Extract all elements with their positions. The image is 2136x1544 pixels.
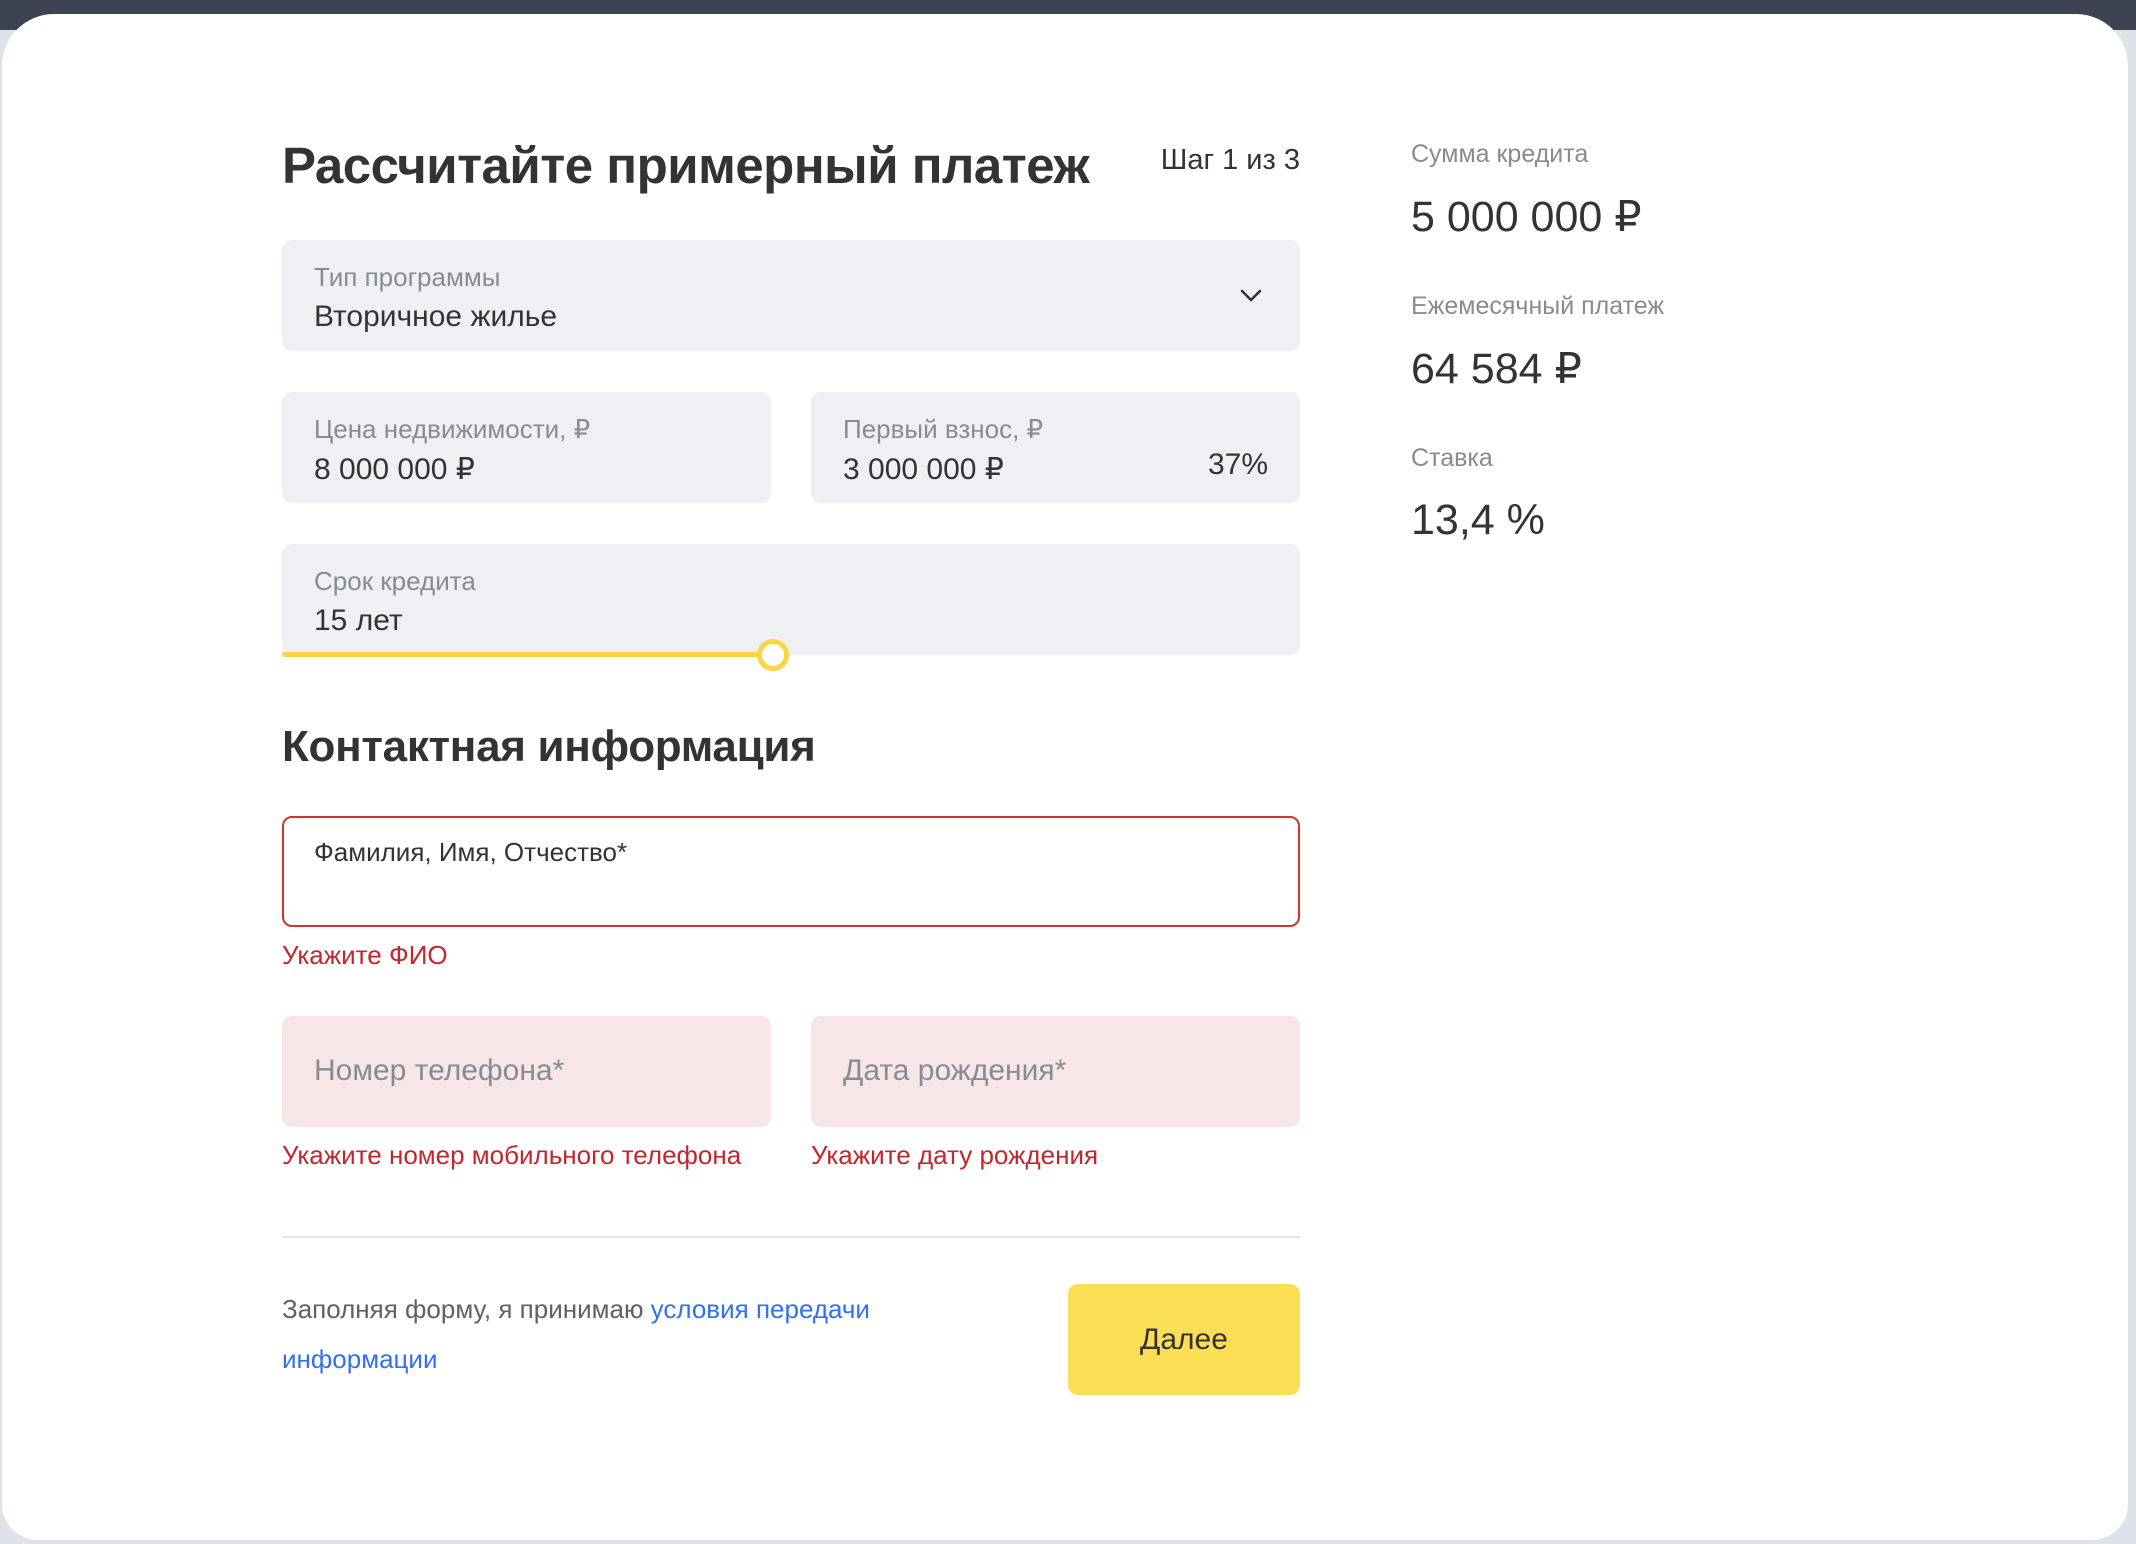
phone-placeholder: Номер телефона* [314,1054,565,1087]
down-payment-label: Первый взнос, ₽ [843,414,1044,444]
loan-term-value[interactable]: 15 лет [314,604,403,638]
full-name-label: Фамилия, Имя, Отчество* [314,837,628,867]
property-price-label: Цена недвижимости, ₽ [314,414,591,444]
rate-value: 13,4 % [1411,496,1545,544]
monthly-payment-value: 64 584 ₽ [1411,345,1582,393]
program-type-label: Тип программы [314,262,501,292]
loan-term-label: Срок кредита [314,566,476,596]
phone-input[interactable]: Номер телефона* [282,1016,771,1127]
program-type-select[interactable]: Тип программы Вторичное жилье [282,240,1300,351]
loan-amount-value: 5 000 000 ₽ [1411,193,1642,241]
down-payment-field[interactable]: Первый взнос, ₽ 3 000 000 ₽ 37% [811,392,1300,503]
full-name-error: Укажите ФИО [282,940,448,970]
loan-term-slider-handle[interactable] [757,639,789,671]
loan-term-slider-track[interactable] [282,652,772,657]
consent-text-prefix: Заполняя форму, я принимаю [282,1294,651,1324]
birth-date-placeholder: Дата рождения* [843,1054,1067,1087]
next-button[interactable]: Далее [1068,1284,1300,1395]
page-title: Рассчитайте примерный платеж [282,137,1090,194]
chevron-down-icon[interactable] [1238,282,1264,308]
down-payment-percent: 37% [1207,448,1268,481]
birth-date-error: Укажите дату рождения [811,1140,1099,1170]
step-indicator: Шаг 1 из 3 [1160,144,1300,176]
loan-amount-label: Сумма кредита [1411,140,1589,168]
program-type-value: Вторичное жилье [314,300,558,333]
full-name-input[interactable]: Фамилия, Имя, Отчество* [282,816,1300,927]
monthly-payment-label: Ежемесячный платеж [1411,292,1665,320]
consent-text: Заполняя форму, я принимаю условия перед… [282,1284,922,1384]
rate-label: Ставка [1411,444,1493,472]
phone-error: Укажите номер мобильного телефона [282,1140,742,1170]
loan-term-field[interactable]: Срок кредита 15 лет [282,544,1300,655]
form-divider [282,1236,1300,1238]
birth-date-input[interactable]: Дата рождения* [811,1016,1300,1127]
property-price-value[interactable]: 8 000 000 ₽ [314,452,475,487]
down-payment-value[interactable]: 3 000 000 ₽ [843,452,1004,487]
property-price-field[interactable]: Цена недвижимости, ₽ 8 000 000 ₽ [282,392,771,503]
contact-section-title: Контактная информация [282,722,816,771]
